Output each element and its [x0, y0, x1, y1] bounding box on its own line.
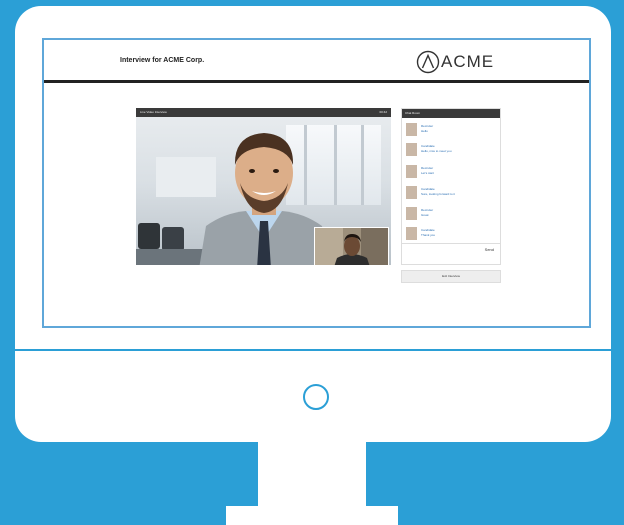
avatar: [406, 207, 417, 220]
chat-message: Candidate Sure, looking forward to it: [405, 184, 499, 202]
chat-sender[interactable]: Candidate: [421, 187, 435, 191]
video-feed-main: [136, 117, 391, 265]
video-topbar: Live Video Interview 00:42: [136, 108, 391, 117]
header-divider: [44, 80, 589, 83]
chat-message: Candidate Thank you: [405, 225, 499, 243]
send-button[interactable]: Send: [485, 247, 494, 252]
interviewer-figure: [315, 228, 388, 265]
chat-text: Let's start: [421, 171, 434, 175]
chat-sender[interactable]: Recruiter: [421, 208, 433, 212]
acme-logo-icon: [416, 50, 440, 74]
avatar: [406, 143, 417, 156]
page-title: Interview for ACME Corp.: [120, 57, 205, 64]
power-button-icon: [303, 384, 329, 410]
chat-panel: Chat Room Recruiter Hello Candidate Hell…: [401, 108, 501, 265]
chat-text: Hello: [421, 129, 428, 133]
chat-input[interactable]: Send: [402, 243, 500, 265]
chat-text: Great: [421, 213, 429, 217]
video-timer: 00:42: [379, 110, 387, 114]
video-panel[interactable]: Live Video Interview 00:42: [136, 108, 391, 265]
interviewer-video-pip[interactable]: [314, 227, 389, 265]
chat-sender[interactable]: Recruiter: [421, 124, 433, 128]
exit-interview-button[interactable]: Exit Interview: [401, 270, 501, 283]
avatar: [406, 227, 417, 240]
chat-message: Candidate Hello, nice to meet you: [405, 141, 499, 159]
app-header: Interview for ACME Corp. ACME: [44, 40, 589, 80]
chat-message: Recruiter Let's start: [405, 163, 499, 181]
acme-logo: ACME: [416, 48, 494, 76]
chat-sender[interactable]: Recruiter: [421, 166, 433, 170]
chat-text: Sure, looking forward to it: [421, 192, 456, 196]
candidate-video-figure: [199, 133, 330, 265]
chat-sender[interactable]: Candidate: [421, 228, 435, 232]
app-screen: Interview for ACME Corp. ACME Live Video…: [42, 38, 591, 328]
monitor-stand-neck: [258, 442, 366, 508]
monitor-chin-divider: [15, 349, 611, 351]
chat-header: Chat Room: [402, 109, 500, 118]
avatar: [406, 186, 417, 199]
chat-text: Thank you: [421, 233, 436, 237]
video-title: Live Video Interview: [140, 110, 167, 114]
chat-sender[interactable]: Candidate: [421, 144, 435, 148]
avatar: [406, 123, 417, 136]
chat-message: Recruiter Hello: [405, 121, 499, 139]
chat-message: Recruiter Great: [405, 205, 499, 223]
chat-text: Hello, nice to meet you: [421, 149, 452, 153]
logo-text: ACME: [441, 52, 495, 71]
avatar: [406, 165, 417, 178]
monitor-stand-base: [226, 506, 398, 525]
